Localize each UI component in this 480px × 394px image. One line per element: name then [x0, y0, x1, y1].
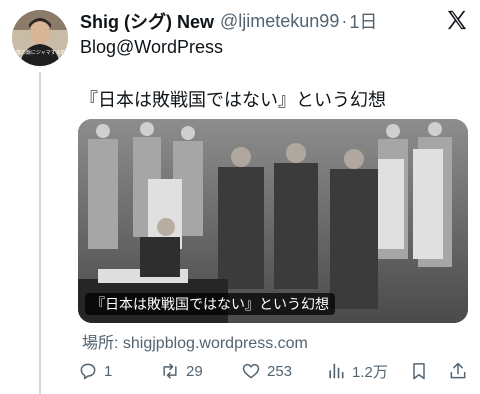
card-source[interactable]: 場所: shigjpblog.wordpress.com [82, 329, 308, 353]
retweet-button[interactable]: 29 [160, 360, 203, 382]
like-icon [242, 363, 260, 379]
x-logo-icon[interactable] [446, 9, 468, 31]
reply-icon [80, 363, 96, 380]
bookmark-button[interactable] [409, 360, 429, 382]
reply-count: 1 [104, 362, 113, 380]
views-button[interactable]: 1.2万 [326, 360, 388, 382]
share-icon [450, 362, 466, 379]
bookmark-icon [413, 363, 425, 380]
user-handle[interactable]: @ljimetekun99 [220, 11, 339, 32]
like-count: 253 [267, 362, 293, 380]
separator-dot: · [341, 10, 348, 31]
tweet-text-line1: Blog@WordPress [80, 37, 223, 57]
timestamp[interactable]: 1日 [349, 8, 377, 34]
views-icon [329, 363, 344, 379]
link-card[interactable]: 『日本は敗戦国ではない』という幻想 [78, 119, 468, 323]
thread-line [39, 72, 41, 394]
avatar-overlay-text: 僕の飯にジャマする奴 [16, 49, 66, 56]
like-button[interactable]: 253 [241, 360, 292, 382]
card-caption: 『日本は敗戦国ではない』という幻想 [85, 293, 335, 315]
display-name[interactable]: Shig (シグ) New [80, 8, 214, 34]
retweet-count: 29 [186, 362, 203, 380]
action-bar: 1 29 253 1.2万 [78, 360, 470, 382]
avatar[interactable]: 僕の飯にジャマする奴 [12, 10, 68, 66]
tweet-header: Shig (シグ) New @ljimetekun99 · 1日 [80, 8, 377, 34]
retweet-icon [163, 363, 177, 379]
share-button[interactable] [448, 360, 468, 382]
reply-button[interactable]: 1 [78, 360, 112, 382]
tweet-text-line2: 『日本は敗戦国ではない』という幻想 [80, 90, 386, 110]
views-count: 1.2万 [352, 363, 388, 381]
